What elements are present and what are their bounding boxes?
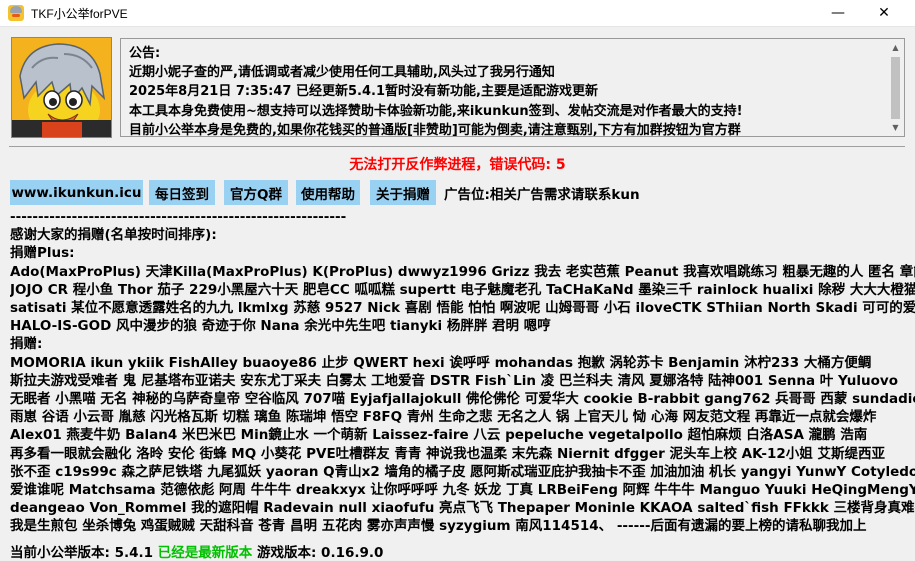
avatar-illustration xyxy=(12,38,111,137)
website-button[interactable]: www.ikunkun.icu xyxy=(10,180,143,205)
donor-line: 爱谁谁呢 Matchsama 范德依彪 阿周 牛牛牛 dreakxyx 让你呼呼… xyxy=(10,482,915,499)
app-icon xyxy=(8,5,24,21)
close-button[interactable]: ✕ xyxy=(861,0,907,26)
donor-line: MOMORIA ikun ykiik FishAlley buaoye86 止步… xyxy=(10,354,872,371)
about-donation-button[interactable]: 关于捐赠 xyxy=(370,180,436,205)
avatar-image xyxy=(11,37,112,138)
minimize-button[interactable]: — xyxy=(815,0,861,26)
scroll-thumb[interactable] xyxy=(891,57,900,119)
notice-text: 公告: 近期小妮子查的严,请低调或者减少使用任何工具辅助,风头过了我另行通知 2… xyxy=(129,44,743,140)
notice-line: 近期小妮子查的严,请低调或者减少使用任何工具辅助,风头过了我另行通知 xyxy=(129,65,555,81)
thanks-heading: 感谢大家的捐赠(名单按时间排序): xyxy=(10,227,217,244)
donor-line: HALO-IS-GOD 风中漫步的狼 奇迹于你 Nana 余光中先生吧 tian… xyxy=(10,318,551,335)
usage-help-button[interactable]: 使用帮助 xyxy=(296,180,360,205)
tool-version: 当前小公举版本: 5.4.1 xyxy=(10,545,154,561)
donor-line: 张不歪 c19s99c 森之萨尼铁塔 九尾狐妖 yaoran Q青山x2 墙角的… xyxy=(10,463,915,480)
notice-box[interactable]: 公告: 近期小妮子查的严,请低调或者减少使用任何工具辅助,风头过了我另行通知 2… xyxy=(120,38,905,140)
donor-line: JOJO CR 程小鱼 Thor 茄子 229小黑屋六十天 肥皂CC 呱呱糕 s… xyxy=(10,281,915,298)
divider-text: ----------------------------------------… xyxy=(10,209,347,225)
donor-line: satisati 某位不愿意透露姓名的九九 lkmlxg 苏慈 9527 Nic… xyxy=(10,300,915,317)
donor-line: 斯拉夫游戏受难者 鬼 尼基塔布亚诺夫 安东尤丁采夫 白雾太 工地爱音 DSTR … xyxy=(10,372,898,389)
notice-scrollbar[interactable]: ▲ ▼ xyxy=(887,39,904,136)
donor-line: Alex01 燕麦牛奶 Balan4 米巴米巴 Min鏡止水 一个萌新 Lais… xyxy=(10,427,868,444)
donor-line: Ado(MaxProPlus) 天津Killa(MaxProPlus) K(Pr… xyxy=(10,263,915,280)
donor-line: deangeao Von_Rommel 我的遮阳帽 Radevain null … xyxy=(10,500,915,517)
game-version: 游戏版本: 0.16.9.0 xyxy=(256,545,384,561)
scroll-up-arrow-icon[interactable]: ▲ xyxy=(887,39,904,56)
window-title: TKF小公举forPVE xyxy=(31,7,128,21)
donors-heading: 捐赠: xyxy=(10,336,43,353)
separator-line xyxy=(9,146,905,147)
notice-heading: 公告: xyxy=(129,46,161,61)
official-qq-group-button[interactable]: 官方Q群 xyxy=(224,180,288,205)
notice-line: 本工具本身免费使用~想支持可以选择赞助卡体验新功能,来ikunkun签到、发帖交… xyxy=(129,103,743,119)
donor-list: ----------------------------------------… xyxy=(10,208,915,536)
notice-line: 目前小公举本身是免费的,如果你花钱买的普通版[非赞助]可能为倒卖,请注意甄别,下… xyxy=(129,122,741,138)
donor-line: 我是生煎包 坐杀博兔 鸡蛋贼贼 天甜科音 苍青 昌明 五花肉 雾亦声声慢 syz… xyxy=(10,518,867,535)
update-status: 已经是最新版本 xyxy=(157,545,253,561)
donor-line: 再多看一眼就会融化 洛昤 安伦 街蜂 MQ 小葵花 PVE吐槽群友 青青 神说我… xyxy=(10,445,886,462)
error-message: 无法打开反作弊进程，错误代码: 5 xyxy=(349,157,566,173)
daily-checkin-button[interactable]: 每日签到 xyxy=(149,180,215,205)
status-bar: 当前小公举版本: 5.4.1 已经是最新版本 游戏版本: 0.16.9.0 xyxy=(10,541,383,561)
donor-line: 无眠者 小黑喵 无名 神秘的乌萨奇皇帝 空谷临风 707喵 Eyjafjalla… xyxy=(10,391,915,408)
donor-line: 雨崽 谷语 小云哥 胤慈 闪光格瓦斯 切糕 璃鱼 陈瑞坤 悟空 F8FQ 青州 … xyxy=(10,409,877,426)
scroll-down-arrow-icon[interactable]: ▼ xyxy=(887,119,904,136)
notice-line: 2025年8月21日 7:35:47 已经更新5.4.1暂时没有新功能,主要是适… xyxy=(129,84,598,100)
plus-donors-heading: 捐赠Plus: xyxy=(10,245,75,262)
ad-slot-text: 广告位:相关广告需求请联系kun xyxy=(444,187,640,203)
title-bar: TKF小公举forPVE — ✕ xyxy=(0,0,915,27)
